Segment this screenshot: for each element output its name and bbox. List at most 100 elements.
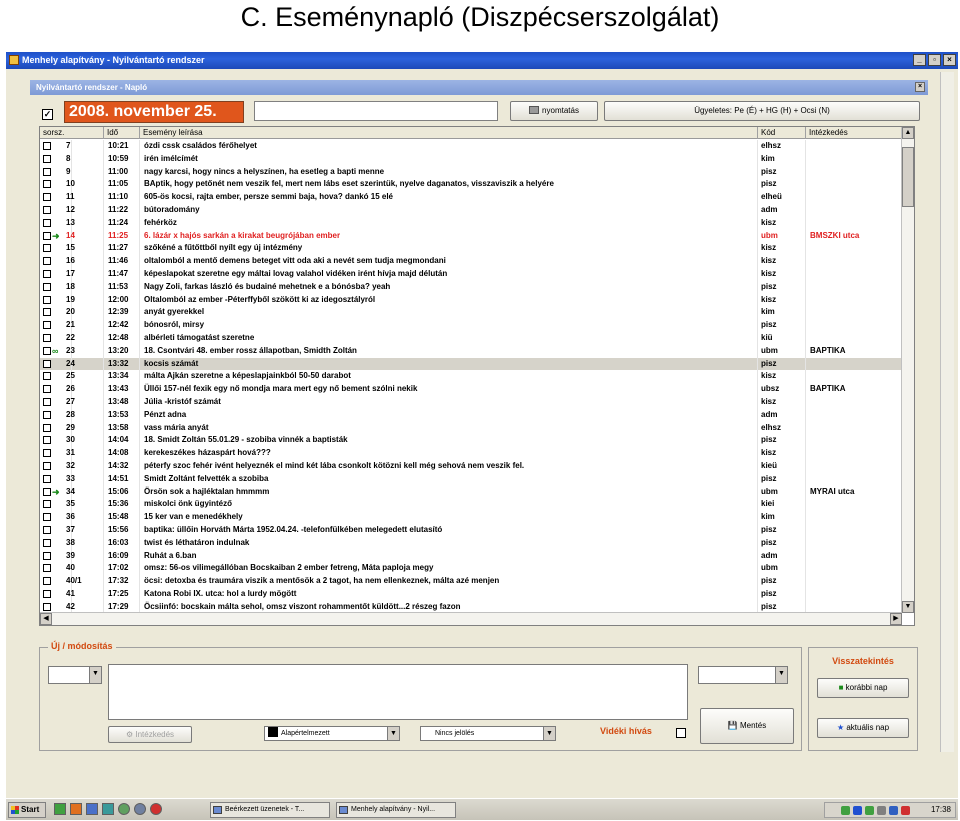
grid-horizontal-scrollbar[interactable]: ◀ ▶ [40,612,902,625]
tray-icon-2[interactable] [853,806,862,815]
tray-icon-3[interactable] [865,806,874,815]
save-button[interactable]: 💾 Mentés [700,708,794,744]
table-row[interactable]: 21 12:42 bónosról, mirsy pisz [40,319,902,332]
window-scrollbar[interactable] [940,72,954,752]
table-row[interactable]: 8 10:59 irén imélcímét kim [40,152,902,166]
taskbar-task-mail[interactable]: Beérkezett üzenetek - T... [210,802,330,818]
column-header-action[interactable]: Intézkedés [806,127,902,139]
print-button[interactable]: nyomtatás [510,101,598,121]
table-row[interactable]: 22 12:48 albérleti támogatást szeretne kiü [40,331,902,345]
quicklaunch-icon-6[interactable] [134,803,146,815]
inner-close-button[interactable]: × [915,82,925,92]
grid-vertical-scrollbar[interactable]: ▲ ▼ [901,127,914,613]
chevron-down-icon[interactable]: ▼ [775,667,787,683]
table-row[interactable]: 19 12:00 Oltalomból az ember -Péterffyből … [40,293,902,307]
maximize-button[interactable]: ▫ [928,54,941,66]
table-row[interactable]: 18 11:53 Nagy Zoli, farkas lászló és budai… [40,280,902,294]
table-row[interactable]: 33 14:51 Smidt Zoltánt felvették a szobiba… [40,472,902,486]
table-row[interactable]: 16 11:46 oltalomból a mentő demens beteget… [40,255,902,268]
row-code: pisz [758,575,806,588]
table-row[interactable]: 12 11:22 bútoradomány adm [40,203,902,217]
row-time: 17:25 [104,587,140,601]
tray-icon-6[interactable] [901,806,910,815]
quicklaunch-icon-5[interactable] [118,803,130,815]
tray-icon-4[interactable] [877,806,886,815]
table-row[interactable]: 9 11:00 nagy karcsi, hogy nincs a helyszín… [40,165,902,179]
scroll-down-button[interactable]: ▼ [902,601,914,613]
start-button[interactable]: Start [8,802,46,818]
table-row[interactable]: 17 11:47 képeslapokat szeretne egy máltai … [40,267,902,281]
table-row[interactable]: 11 11:10 605-ös kocsi, rajta ember, persze… [40,191,902,204]
row-action [806,498,902,512]
row-description: málta Ajkán szeretne a képeslapjainkból … [140,370,758,384]
action-button[interactable]: ⚙ Intézkedés [108,726,192,743]
table-row[interactable]: 37 15:56 baptika: üllőin Horváth Márta 195… [40,523,902,537]
marking-combo[interactable]: Nincs jelölés ▼ [420,726,556,741]
row-code: pisz [758,280,806,294]
quicklaunch-icon-3[interactable] [86,803,98,815]
previous-day-button[interactable]: ■ korábbi nap [817,678,909,698]
quicklaunch-icon-1[interactable] [54,803,66,815]
table-row[interactable]: ➜ 14 11:25 6. lázár x hajós sarkán a kiraka… [40,229,902,243]
table-row[interactable]: 41 17:25 Katona Robi IX. utca: hol a lurdy… [40,587,902,601]
column-header-number[interactable]: sorsz. [40,127,104,139]
window-titlebar[interactable]: Menhely alapítvány - Nyilvántartó rendsz… [6,52,958,69]
quicklaunch-icon-7[interactable] [150,803,162,815]
chevron-down-icon[interactable]: ▼ [89,667,101,683]
code-combo[interactable]: ▼ [698,666,788,684]
table-row[interactable]: 20 12:39 anyát gyerekkel kim [40,306,902,320]
table-row[interactable]: 7 10:21 ózdi cssk családos férőhelyet elhsz [40,140,902,153]
color-combo[interactable]: Alapértelmezett ▼ [264,726,400,741]
current-day-button[interactable]: ★ aktuális nap [817,718,909,738]
table-row[interactable]: 36 15:48 15 ker van e menedékhely kim [40,511,902,524]
time-combo[interactable]: ▼ [48,666,102,684]
table-row[interactable]: 27 13:48 Júlia -kristóf számát kisz [40,395,902,409]
blank-field[interactable] [254,101,498,121]
inner-window-titlebar[interactable]: Nyilvántartó rendszer - Napló × [30,80,928,95]
scroll-right-button[interactable]: ▶ [890,613,902,625]
row-description: oltalomból a mentő demens beteget vitt o… [140,255,758,268]
scroll-up-button[interactable]: ▲ [902,127,914,139]
table-row[interactable]: 26 13:43 Üllői 157-nél fexik egy nő mondja… [40,383,902,396]
table-row[interactable]: 35 15:36 miskolci önk ügyintéző kiei [40,498,902,512]
table-row[interactable]: 39 16:09 Ruhát a 6.ban adm [40,549,902,563]
scroll-left-button[interactable]: ◀ [40,613,52,625]
duty-button[interactable]: Ügyeletes: Pe (É) + HG (H) + Ocsi (N) [604,101,920,121]
scroll-thumb[interactable] [902,147,914,207]
table-row[interactable]: 29 13:58 vass mária anyát elhsz [40,421,902,435]
close-button[interactable]: × [943,54,956,66]
table-row[interactable]: 15 11:27 szőkéné a fűtőttből nyílt egy új … [40,242,902,256]
clock: 17:38 [930,805,951,814]
chevron-down-icon[interactable]: ▼ [543,727,555,740]
table-row[interactable]: 10 11:05 BAptik, hogy petőnét nem veszik f… [40,178,902,192]
quicklaunch-icon-2[interactable] [70,803,82,815]
date-checkbox[interactable]: ✓ [42,109,53,120]
taskbar-task-app[interactable]: Menhely alapítvány - Nyil... [336,802,456,818]
table-row[interactable]: 31 14:08 kerekeszékes házaspárt hová??? kis… [40,447,902,460]
description-textarea[interactable] [108,664,688,720]
row-time: 17:32 [104,575,140,588]
table-row[interactable]: 25 13:34 málta Ajkán szeretne a képeslapja… [40,370,902,384]
row-action: BAPTIKA [806,344,902,358]
tray-icon-1[interactable] [841,806,850,815]
table-row[interactable]: 40 17:02 omsz: 56-os vilimegállóban Bocska… [40,562,902,576]
column-header-description[interactable]: Esemény leírása [140,127,758,139]
row-action [806,293,902,307]
quicklaunch-icon-4[interactable] [102,803,114,815]
table-row[interactable]: 24 13:32 kocsis számát pisz [40,357,902,371]
tray-icon-5[interactable] [889,806,898,815]
table-row[interactable]: 30 14:04 18. Smidt Zoltán 55.01.29 - szobi… [40,434,902,448]
minimize-button[interactable]: _ [913,54,926,66]
table-row[interactable]: 38 16:03 twist és léthatáron indulnak pisz [40,536,902,550]
table-row[interactable]: 28 13:53 Pénzt adna adm [40,408,902,422]
table-row[interactable]: ➜ 34 15:06 Örsön sok a hajléktalan hmmmm ubm… [40,485,902,499]
table-row[interactable]: 13 11:24 fehérköz kisz [40,216,902,230]
column-header-code[interactable]: Kód [758,127,806,139]
country-call-checkbox[interactable] [676,728,686,738]
table-row[interactable]: ∞ 23 13:20 18. Csontvári 48. ember rossz ál… [40,344,902,358]
table-row[interactable]: 40/1 17:32 öcsi: detoxba és traumára viszi… [40,575,902,588]
table-row[interactable]: 32 14:32 péterfy szoc fehér ivént helyezné… [40,459,902,473]
chevron-down-icon[interactable]: ▼ [387,727,399,740]
column-header-time[interactable]: Idő [104,127,140,139]
row-time: 11:05 [104,178,140,192]
